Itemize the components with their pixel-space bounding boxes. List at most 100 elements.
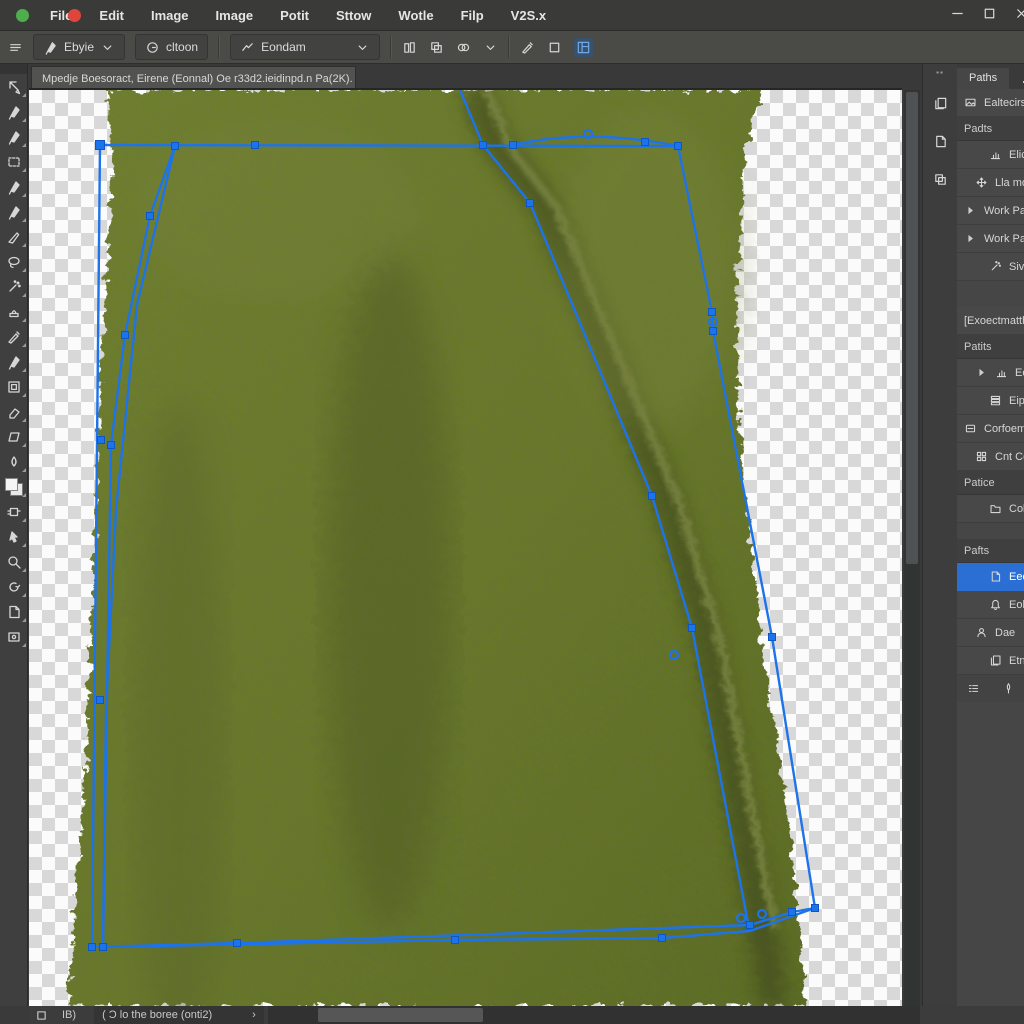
- zoom-tool-button[interactable]: [0, 549, 28, 574]
- window-button-green[interactable]: [16, 9, 29, 22]
- menu-sttow[interactable]: Sttow: [336, 8, 371, 23]
- path-anchor-point[interactable]: [96, 141, 105, 150]
- close-icon[interactable]: [1012, 4, 1024, 22]
- pages-panel-icon[interactable]: [928, 91, 952, 115]
- move-tool-button[interactable]: [0, 74, 28, 99]
- path-anchor-point[interactable]: [252, 142, 259, 149]
- panel-row-eeon-selected[interactable]: Eeon: [957, 563, 1024, 591]
- layers-panel-icon[interactable]: [928, 167, 952, 191]
- pen-option-icon[interactable]: [520, 40, 535, 55]
- caret-right-icon[interactable]: [964, 232, 977, 245]
- vertical-scrollbar-thumb[interactable]: [906, 92, 918, 564]
- color-swatches[interactable]: [5, 478, 23, 496]
- cltoon-button[interactable]: cltoon: [135, 34, 208, 60]
- panel-row-dae[interactable]: Dae: [957, 619, 1024, 647]
- tab-paths[interactable]: Paths: [957, 68, 1009, 89]
- canvas[interactable]: [29, 90, 902, 1006]
- menu-filp[interactable]: Filp: [461, 8, 484, 23]
- shape-option-icon[interactable]: [547, 40, 562, 55]
- path-anchor-point[interactable]: [122, 332, 129, 339]
- curvature-pen-tool-button[interactable]: [0, 174, 28, 199]
- panel-row-sivtli[interactable]: Sivtli: [957, 253, 1024, 281]
- mixer-brush-tool-button[interactable]: [0, 274, 28, 299]
- healing-tool-button[interactable]: [0, 399, 28, 424]
- chevron-down-icon[interactable]: [483, 40, 498, 55]
- active-panel-icon[interactable]: [574, 38, 593, 57]
- path-operations-icon[interactable]: [429, 40, 444, 55]
- pen-nib-icon[interactable]: [1002, 682, 1015, 695]
- panel-row-colu[interactable]: Colu: [957, 495, 1024, 523]
- brush-tool-button[interactable]: [0, 224, 28, 249]
- preset-dropdown[interactable]: Ebyie: [33, 34, 125, 60]
- screen-mode-button[interactable]: [0, 624, 28, 649]
- path-align-icon[interactable]: [456, 40, 471, 55]
- vertical-scrollbar[interactable]: [904, 90, 920, 1006]
- chevron-right-icon[interactable]: ›: [252, 1009, 256, 1021]
- menu-image-2[interactable]: Image: [216, 8, 254, 23]
- panel-row-ealtecirs[interactable]: Ealtecirs: [957, 89, 1024, 117]
- artboard-tool-button[interactable]: [0, 499, 28, 524]
- horizontal-scrollbar-thumb[interactable]: [318, 1008, 483, 1022]
- panel-row-etnp[interactable]: Etnp: [957, 647, 1024, 675]
- path-anchor-point[interactable]: [709, 309, 716, 316]
- mode-dropdown[interactable]: Eondam: [230, 34, 380, 60]
- panel-row-eolti[interactable]: Eolti: [957, 591, 1024, 619]
- panel-row-corfoemt[interactable]: Corfoemt: [957, 415, 1024, 443]
- rotate-view-tool-button[interactable]: [0, 574, 28, 599]
- path-anchor-point[interactable]: [147, 213, 154, 220]
- menu-version[interactable]: V2S.x: [511, 8, 546, 23]
- status-frame-icon[interactable]: [35, 1009, 48, 1022]
- panel-header-pafts[interactable]: Pafts: [957, 539, 1024, 563]
- horizontal-scrollbar[interactable]: [268, 1006, 920, 1024]
- path-anchor-point[interactable]: [812, 905, 819, 912]
- path-anchor-point[interactable]: [675, 143, 682, 150]
- path-anchor-point[interactable]: [710, 328, 717, 335]
- pen-tool-1-button[interactable]: [0, 99, 28, 124]
- smudge-tool-button[interactable]: [0, 449, 28, 474]
- panel-row-work-path[interactable]: Work Path: [957, 225, 1024, 253]
- pen-tool-3-button[interactable]: [0, 349, 28, 374]
- panel-header-padts[interactable]: Padts: [957, 117, 1024, 141]
- minimize-icon[interactable]: [948, 4, 966, 22]
- panel-header-patits[interactable]: Patits: [957, 335, 1024, 359]
- path-anchor-point[interactable]: [97, 697, 104, 704]
- path-select-tool-button[interactable]: [0, 524, 28, 549]
- path-anchor-point[interactable]: [659, 935, 666, 942]
- menu-edit[interactable]: Edit: [99, 8, 124, 23]
- path-anchor-point[interactable]: [172, 143, 179, 150]
- panel-row-eipn[interactable]: Eipn: [957, 387, 1024, 415]
- path-anchor-point[interactable]: [89, 944, 96, 951]
- maximize-icon[interactable]: [980, 4, 998, 22]
- tool-preset-icon[interactable]: [8, 40, 23, 55]
- panel-row-exoectmatth[interactable]: [Exoectmatth: [957, 307, 1024, 335]
- document-tab[interactable]: Mpedje Boesoract, Eirene (Eonnal) Oe r33…: [31, 66, 356, 90]
- frame-tool-button[interactable]: [0, 374, 28, 399]
- color-swatches-button[interactable]: [0, 474, 28, 499]
- make-selection-icon[interactable]: [402, 40, 417, 55]
- window-button-red[interactable]: [68, 9, 81, 22]
- caret-right-icon[interactable]: [964, 204, 977, 217]
- path-anchor-point[interactable]: [234, 940, 241, 947]
- menu-potit[interactable]: Potit: [280, 8, 309, 23]
- list-icon[interactable]: [967, 682, 980, 695]
- path-anchor-point[interactable]: [527, 200, 534, 207]
- path-anchor-point[interactable]: [689, 625, 696, 632]
- path-anchor-point[interactable]: [769, 634, 776, 641]
- panel-row-elic[interactable]: Elic: [957, 141, 1024, 169]
- panel-row-llamole[interactable]: Lla mole: [957, 169, 1024, 197]
- path-anchor-point[interactable]: [480, 142, 487, 149]
- stamp-tool-button[interactable]: [0, 299, 28, 324]
- page-tool-button[interactable]: [0, 599, 28, 624]
- path-anchor-point[interactable]: [108, 442, 115, 449]
- pen-tool-2-button[interactable]: [0, 124, 28, 149]
- page-panel-icon[interactable]: [928, 129, 952, 153]
- path-anchor-point[interactable]: [100, 944, 107, 951]
- path-anchor-point[interactable]: [452, 937, 459, 944]
- panel-row-cntco[interactable]: Cnt Co: [957, 443, 1024, 471]
- path-anchor-point[interactable]: [649, 493, 656, 500]
- path-anchor-point[interactable]: [642, 139, 649, 146]
- shape-tool-button[interactable]: [0, 424, 28, 449]
- caret-right-icon[interactable]: [975, 366, 988, 379]
- path-anchor-point[interactable]: [789, 909, 796, 916]
- zoom-level[interactable]: IB): [62, 1009, 76, 1021]
